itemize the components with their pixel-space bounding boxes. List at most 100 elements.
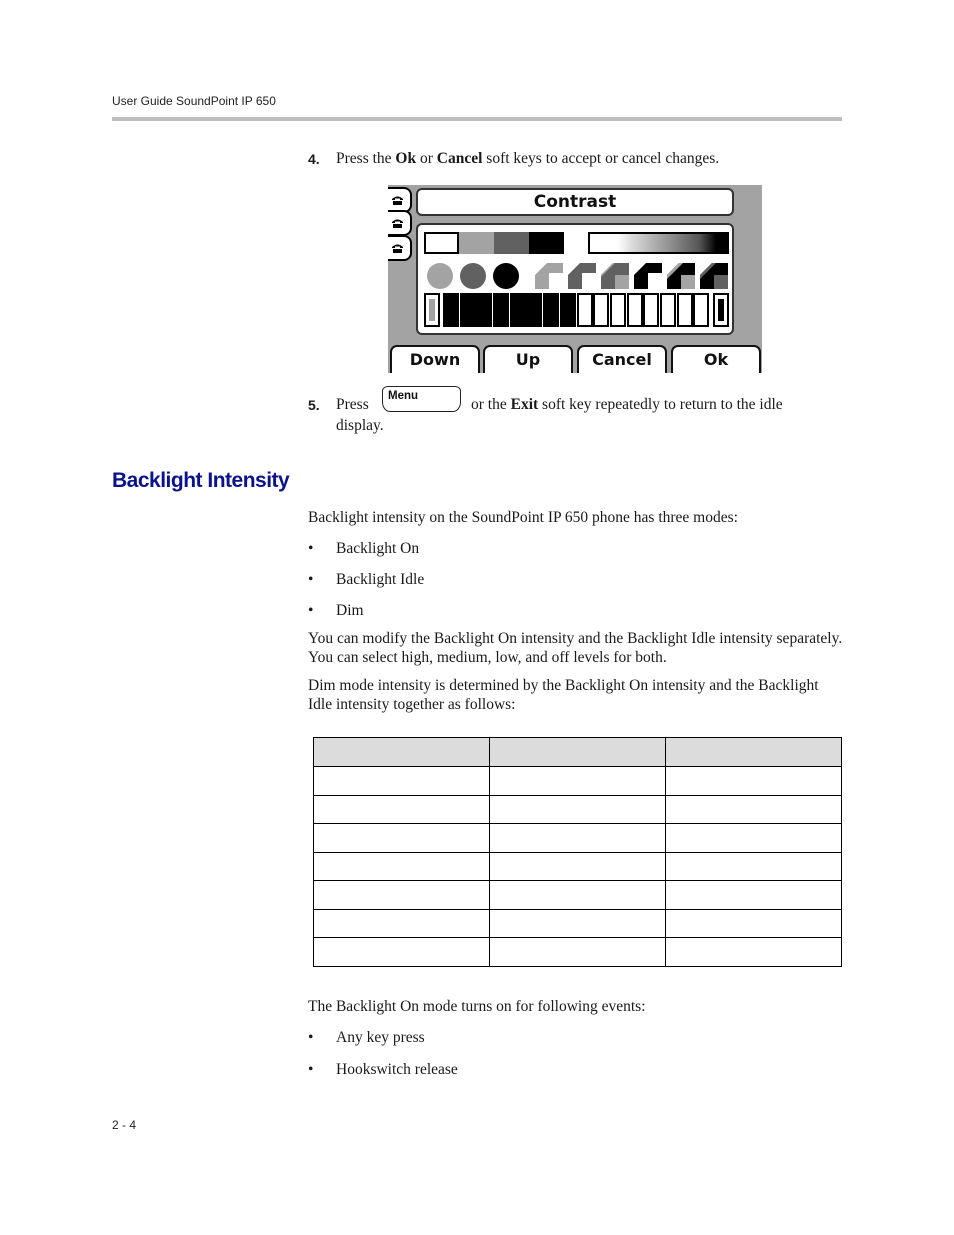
step-number: 4.: [308, 151, 320, 167]
circle-dark-gray: [460, 263, 486, 289]
bullet-icon: •: [308, 602, 314, 619]
text-run: or the: [471, 396, 511, 413]
contrast-bar-filled: [543, 293, 559, 327]
table-row: [313, 823, 842, 853]
list-item-text: Backlight On: [336, 540, 420, 557]
table-cell: [665, 851, 842, 881]
list-item-text: Backlight Idle: [336, 571, 425, 588]
blend-shape-4: [634, 263, 662, 289]
contrast-level-bar: [424, 293, 729, 327]
table-cell: [313, 880, 490, 910]
table-row: [313, 937, 842, 967]
table-row: [313, 908, 842, 938]
contrast-bar-filled: [526, 293, 542, 327]
text-run: Press the: [336, 150, 396, 167]
table-cell: [489, 851, 666, 881]
contrast-bar-empty: [643, 293, 659, 327]
contrast-bar-filled: [560, 293, 576, 327]
handset-icon: [392, 219, 403, 228]
phone-lcd-screenshot: Contrast Down Up Cancel Ok: [388, 185, 762, 373]
running-header: User Guide SoundPoint IP 650: [112, 94, 276, 108]
table-row: [313, 766, 842, 796]
blend-shape-2: [568, 263, 596, 289]
events-intro: The Backlight On mode turns on for follo…: [308, 998, 646, 1015]
circle-black: [493, 263, 519, 289]
handset-icon: [392, 244, 403, 253]
menu-key-graphic: Menu: [382, 386, 461, 412]
table-row: [313, 851, 842, 881]
contrast-bar-filled: [493, 293, 509, 327]
contrast-panel: [416, 223, 734, 335]
softkey-ok[interactable]: Ok: [671, 345, 761, 373]
swatch-black: [529, 232, 564, 254]
bullet-icon: •: [308, 1029, 314, 1046]
contrast-max-marker: [713, 293, 729, 327]
table-header-cell: [665, 737, 842, 767]
softkey-up[interactable]: Up: [483, 345, 573, 373]
dim-intensity-table: [313, 737, 842, 967]
swatch-light-gray: [459, 232, 494, 254]
table-cell: [313, 908, 490, 938]
contrast-min-marker: [424, 293, 440, 327]
paragraph-modify: You can modify the Backlight On intensit…: [308, 630, 843, 666]
handset-icon: [392, 196, 403, 205]
bold-ok: Ok: [395, 150, 417, 167]
table-cell: [665, 880, 842, 910]
blend-shape-3: [601, 263, 629, 289]
table-cell: [489, 880, 666, 910]
line-key-tab-2: [388, 210, 412, 236]
dither-gradient: [588, 232, 729, 254]
table-cell: [313, 823, 490, 853]
gray-blend-shapes: [535, 263, 728, 289]
table-cell: [313, 851, 490, 881]
blend-shape-5: [667, 263, 695, 289]
contrast-bar-filled: [510, 293, 526, 327]
table-header-cell: [313, 737, 490, 767]
header-rule: [112, 117, 842, 121]
swatch-white: [424, 232, 459, 254]
bold-cancel: Cancel: [436, 150, 483, 167]
bullet-icon: •: [308, 1061, 314, 1078]
table-cell: [313, 766, 490, 796]
table-cell: [665, 908, 842, 938]
list-item-text: Dim: [336, 602, 364, 619]
bullet-icon: •: [308, 571, 314, 588]
page-number: 2 - 4: [112, 1118, 137, 1132]
softkey-cancel[interactable]: Cancel: [577, 345, 667, 373]
table-cell: [313, 937, 490, 967]
table-body: [313, 766, 842, 967]
contrast-bar-empty: [577, 293, 593, 327]
table-row: [313, 880, 842, 910]
table-header-cell: [489, 737, 666, 767]
table-cell: [665, 766, 842, 796]
contrast-bar-empty: [677, 293, 693, 327]
section-heading: Backlight Intensity: [112, 469, 290, 492]
table-cell: [665, 823, 842, 853]
text-run: soft keys to accept or cancel changes.: [482, 150, 720, 167]
bold-exit: Exit: [510, 396, 539, 413]
table-cell: [489, 766, 666, 796]
table-row: [313, 794, 842, 824]
menu-key-label: Menu: [388, 390, 419, 402]
blend-shape-6: [700, 263, 728, 289]
contrast-bar-empty: [693, 293, 709, 327]
circle-light-gray: [427, 263, 453, 289]
step-continuation: display.: [336, 417, 384, 434]
blend-shape-1: [535, 263, 563, 289]
step-text: Press the Ok or Cancel soft keys to acce…: [336, 149, 836, 169]
bullet-icon: •: [308, 540, 314, 557]
contrast-bar-empty: [610, 293, 626, 327]
softkey-down[interactable]: Down: [390, 345, 480, 373]
line-key-tab-3: [388, 235, 412, 261]
table-cell: [313, 794, 490, 824]
text-run: or: [416, 150, 437, 167]
list-item-text: Any key press: [336, 1029, 425, 1046]
lcd-title: Contrast: [416, 188, 734, 216]
contrast-bar-filled: [476, 293, 492, 327]
step-number: 5.: [308, 397, 320, 413]
swatch-dark-gray: [494, 232, 529, 254]
table-cell: [665, 794, 842, 824]
intro-paragraph: Backlight intensity on the SoundPoint IP…: [308, 509, 738, 526]
contrast-bar-filled: [443, 293, 459, 327]
table-cell: [489, 823, 666, 853]
